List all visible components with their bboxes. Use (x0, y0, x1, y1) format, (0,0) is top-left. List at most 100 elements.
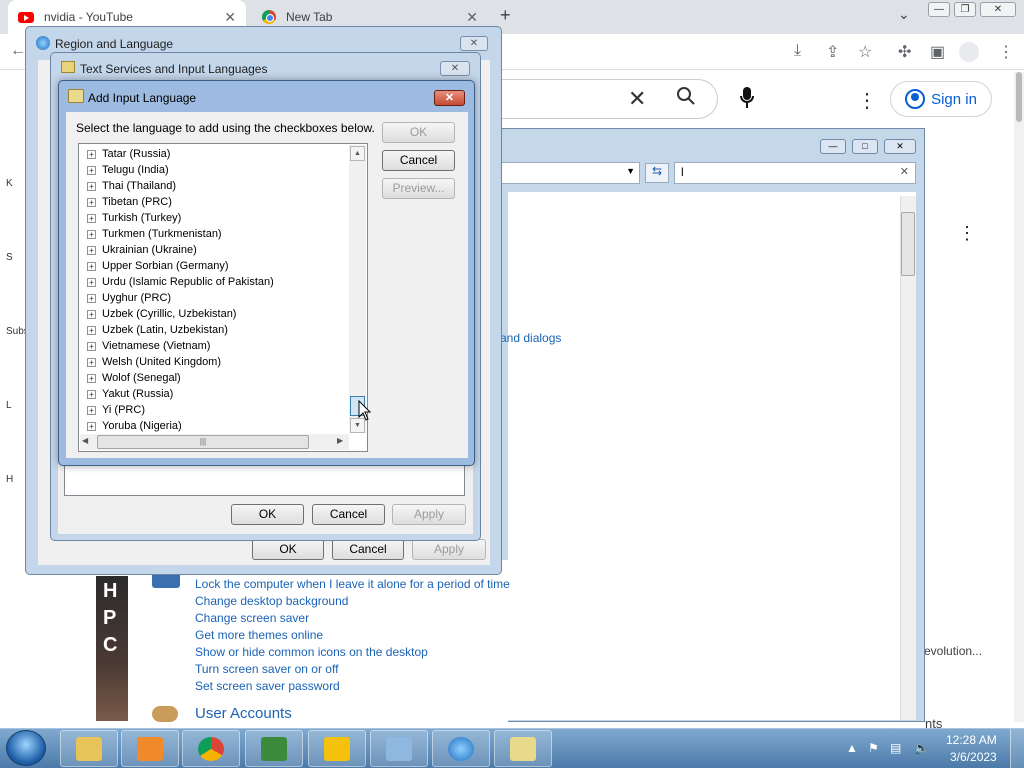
cp-link-desktop-background[interactable]: Change desktop background (195, 594, 525, 611)
sign-in-button[interactable]: Sign in (890, 81, 992, 117)
scroll-right-arrow-icon[interactable]: ▶ (337, 436, 343, 445)
scroll-up-arrow-icon[interactable]: ▲ (350, 146, 365, 161)
rl-cancel-button[interactable]: Cancel (332, 539, 404, 560)
cp-user-accounts-heading[interactable]: User Accounts (195, 705, 292, 722)
cp-link-screen-saver[interactable]: Change screen saver (195, 611, 525, 628)
window-restore-button[interactable]: ❐ (954, 2, 976, 17)
ail-cancel-button[interactable]: Cancel (382, 150, 455, 171)
cp-scrollbar-thumb[interactable] (901, 212, 915, 276)
window-minimize-button[interactable]: — (928, 2, 950, 17)
chrome-menu-icon[interactable]: ⋮ (998, 42, 1014, 62)
refresh-icon[interactable]: ⇆ (645, 163, 669, 183)
rl-close-button[interactable]: ✕ (460, 36, 488, 51)
rl-ok-button[interactable]: OK (252, 539, 324, 560)
cp-address-bar[interactable]: ▼ (500, 162, 640, 184)
side-panel-icon[interactable]: ▣ (930, 42, 945, 62)
expand-plus-icon[interactable]: + (87, 405, 96, 415)
expand-plus-icon[interactable]: + (87, 197, 96, 207)
rl-apply-button[interactable]: Apply (412, 539, 486, 560)
dropdown-arrow-icon[interactable]: ▼ (626, 166, 635, 176)
cp-dialogs-link[interactable]: and dialogs (500, 331, 561, 345)
tree-item-language[interactable]: + Uyghur (PRC) (87, 290, 171, 306)
tree-item-language[interactable]: + Vietnamese (Vietnam) (87, 338, 210, 354)
expand-plus-icon[interactable]: + (87, 261, 96, 271)
cp-link-themes-online[interactable]: Get more themes online (195, 628, 525, 645)
ts-ok-button[interactable]: OK (231, 504, 304, 525)
cp-link-screen-saver-toggle[interactable]: Turn screen saver on or off (195, 662, 525, 679)
video-title-snippet[interactable]: evolution... (924, 644, 982, 658)
ail-close-button[interactable]: ✕ (434, 90, 465, 106)
expand-plus-icon[interactable]: + (87, 229, 96, 239)
tab-close-icon[interactable]: ✕ (466, 9, 478, 26)
tree-vertical-scrollbar[interactable] (349, 145, 366, 433)
ts-apply-button[interactable]: Apply (392, 504, 466, 525)
tree-horizontal-scroll-thumb[interactable]: ||| (97, 435, 309, 449)
youtube-menu-dots-icon[interactable]: ⋮ (857, 88, 877, 113)
taskbar-file-explorer[interactable] (60, 730, 118, 767)
expand-plus-icon[interactable]: + (87, 165, 96, 175)
ail-ok-button[interactable]: OK (382, 122, 455, 143)
search-icon[interactable] (676, 86, 696, 106)
tree-item-language[interactable]: + Uzbek (Cyrillic, Uzbekistan) (87, 306, 236, 322)
expand-plus-icon[interactable]: + (87, 293, 96, 303)
cp-close-button[interactable]: ✕ (884, 139, 916, 154)
language-tree[interactable]: + Tatar (Russia) + Telugu (India) + Thai (T… (78, 143, 368, 452)
expand-plus-icon[interactable]: + (87, 309, 96, 319)
scroll-left-arrow-icon[interactable]: ◀ (82, 436, 88, 445)
taskbar-control-panel[interactable] (370, 730, 428, 767)
network-icon[interactable]: ▤ (890, 741, 901, 755)
cp-link-lock-computer[interactable]: Lock the computer when I leave it alone … (195, 577, 525, 594)
expand-plus-icon[interactable]: + (87, 341, 96, 351)
taskbar-region-language[interactable] (432, 730, 490, 767)
tab-close-icon[interactable]: ✕ (224, 9, 236, 26)
expand-plus-icon[interactable]: + (87, 245, 96, 255)
expand-plus-icon[interactable]: + (87, 373, 96, 383)
tree-item-language[interactable]: + Turkish (Turkey) (87, 210, 181, 226)
back-arrow-icon[interactable]: ← (10, 42, 26, 60)
clock-time[interactable]: 12:28 AM (946, 733, 997, 747)
cp-minimize-button[interactable]: — (820, 139, 846, 154)
expand-plus-icon[interactable]: + (87, 325, 96, 335)
ail-preview-button[interactable]: Preview... (382, 178, 455, 199)
start-button[interactable] (6, 730, 46, 766)
taskbar-chrome[interactable] (182, 730, 240, 767)
ts-cancel-button[interactable]: Cancel (312, 504, 385, 525)
tree-item-language[interactable]: + Upper Sorbian (Germany) (87, 258, 229, 274)
search-clear-icon[interactable]: ✕ (900, 165, 909, 178)
taskbar-sticky-app[interactable] (308, 730, 366, 767)
expand-plus-icon[interactable]: + (87, 213, 96, 223)
cp-maximize-button[interactable]: □ (852, 139, 878, 154)
expand-plus-icon[interactable]: + (87, 421, 96, 431)
taskbar-csharp-editor[interactable] (245, 730, 303, 767)
tree-item-language[interactable]: + Tatar (Russia) (87, 146, 170, 162)
expand-plus-icon[interactable]: + (87, 277, 96, 287)
cp-menu-dots-icon[interactable]: ⋮ (958, 223, 976, 244)
clock-date[interactable]: 3/6/2023 (950, 750, 997, 764)
tray-expand-icon[interactable]: ▲ (846, 741, 858, 755)
expand-plus-icon[interactable]: + (87, 357, 96, 367)
install-app-icon[interactable]: ⤓ (794, 42, 801, 60)
tree-item-language[interactable]: + Uzbek (Latin, Uzbekistan) (87, 322, 228, 338)
bookmark-star-icon[interactable]: ☆ (858, 42, 872, 62)
cp-link-screen-saver-password[interactable]: Set screen saver password (195, 679, 525, 696)
tree-item-language[interactable]: + Turkmen (Turkmenistan) (87, 226, 222, 242)
show-desktop-button[interactable] (1010, 729, 1024, 768)
tree-item-language[interactable]: + Urdu (Islamic Republic of Pakistan) (87, 274, 274, 290)
ts-close-button[interactable]: ✕ (440, 61, 470, 76)
tree-item-language[interactable]: + Ukrainian (Ukraine) (87, 242, 197, 258)
tree-item-language[interactable]: + Yi (PRC) (87, 402, 145, 418)
expand-plus-icon[interactable]: + (87, 181, 96, 191)
page-scrollbar[interactable] (1014, 72, 1024, 722)
extensions-puzzle-icon[interactable]: ✣ (898, 42, 911, 62)
tree-item-language[interactable]: + Yoruba (Nigeria) (87, 418, 182, 434)
tree-item-language[interactable]: + Tibetan (PRC) (87, 194, 172, 210)
cp-link-desktop-icons[interactable]: Show or hide common icons on the desktop (195, 645, 525, 662)
search-clear-icon[interactable]: ✕ (628, 86, 646, 112)
tree-item-language[interactable]: + Thai (Thailand) (87, 178, 176, 194)
profile-avatar-icon[interactable] (959, 42, 979, 62)
taskbar-text-services[interactable] (494, 730, 552, 767)
tree-item-language[interactable]: + Yakut (Russia) (87, 386, 173, 402)
cp-search-input[interactable]: l ✕ (674, 162, 916, 184)
volume-icon[interactable]: 🔈 (914, 741, 929, 755)
tree-item-language[interactable]: + Telugu (India) (87, 162, 169, 178)
